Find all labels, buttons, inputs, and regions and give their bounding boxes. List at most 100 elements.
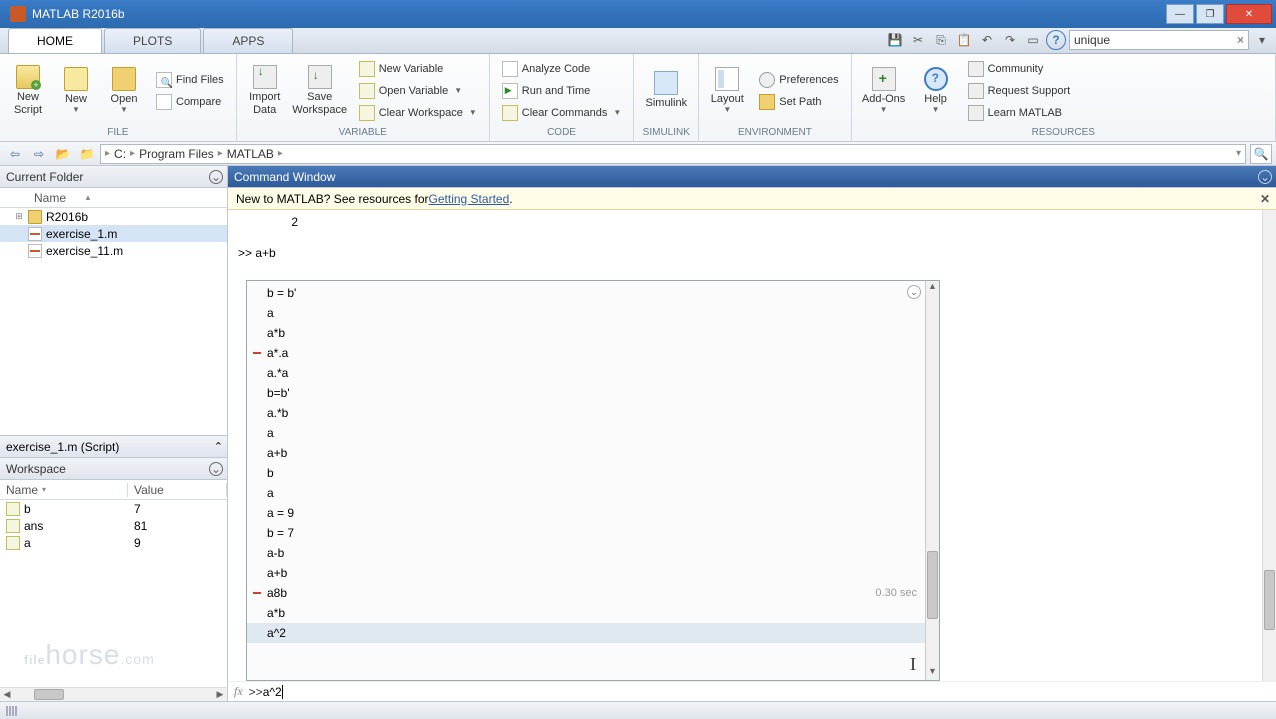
command-prompt-line[interactable]: fx >> a^2 [228,681,1276,701]
path-seg-2[interactable]: MATLAB [227,147,274,161]
close-button[interactable]: ✕ [1226,4,1272,24]
column-value-header[interactable]: Value [128,483,227,497]
layout-button[interactable]: Layout ▼ [705,58,749,124]
history-item[interactable]: a.*b [247,403,925,423]
address-path[interactable]: ▸ C: ▸ Program Files ▸ MATLAB ▸ ▾ [100,144,1246,164]
scroll-thumb[interactable] [34,689,64,700]
path-drive[interactable]: C: [114,147,126,161]
search-dropdown-icon[interactable]: ▾ [1252,30,1272,50]
getting-started-link[interactable]: Getting Started [429,192,510,206]
scroll-thumb[interactable] [1264,570,1275,630]
nav-browse-button[interactable]: 📁 [76,144,98,164]
scroll-thumb[interactable] [927,551,938,619]
save-icon[interactable]: 💾 [885,30,905,50]
clear-workspace-button[interactable]: Clear Workspace ▼ [353,102,483,123]
detail-expand-icon[interactable]: ⌃ [214,440,223,453]
tab-plots[interactable]: PLOTS [104,28,201,53]
addons-button[interactable]: Add-Ons ▼ [858,58,910,124]
current-folder-header[interactable]: Current Folder ⌄ [0,166,227,188]
scroll-right-icon[interactable]: ▶ [213,689,227,700]
preferences-button[interactable]: Preferences [753,69,844,90]
restore-button[interactable]: ❐ [1196,4,1224,24]
run-and-time-button[interactable]: Run and Time [496,80,628,101]
history-item[interactable]: b=b' [247,383,925,403]
nav-up-button[interactable]: 📂 [52,144,74,164]
path-seg-1[interactable]: Program Files [139,147,214,161]
panel-collapse-icon[interactable]: ⌄ [1258,170,1272,184]
search-clear-icon[interactable]: × [1237,33,1244,47]
history-item[interactable]: a+b [247,443,925,463]
open-button[interactable]: Open ▼ [102,58,146,124]
nav-forward-button[interactable]: ⇨ [28,144,50,164]
workspace-row[interactable]: b7 [0,500,227,517]
history-item[interactable]: a.*a [247,363,925,383]
history-scrollbar[interactable]: ▲ ▼ [925,281,939,680]
tab-apps[interactable]: APPS [203,28,293,53]
column-name-header[interactable]: Name ▾ [0,483,128,497]
compare-button[interactable]: Compare [150,91,230,112]
history-item[interactable]: a = 9 [247,503,925,523]
address-search-button[interactable]: 🔍 [1250,144,1272,164]
workspace-columns[interactable]: Name ▾ Value [0,480,227,500]
history-item[interactable]: a [247,303,925,323]
import-data-button[interactable]: Import Data [243,58,287,124]
copy-icon[interactable]: ⎘ [931,30,951,50]
file-detail-panel[interactable]: exercise_1.m (Script) ⌃ [0,435,227,457]
scroll-down-icon[interactable]: ▼ [926,666,939,680]
panel-collapse-icon[interactable]: ⌄ [209,170,223,184]
history-item[interactable]: a*b [247,323,925,343]
folder-item[interactable]: exercise_11.m [0,242,227,259]
fx-icon[interactable]: fx [234,684,243,699]
new-variable-button[interactable]: New Variable [353,58,483,79]
current-folder-list[interactable]: ⊞R2016bexercise_1.mexercise_11.m [0,208,227,435]
scroll-track[interactable] [14,688,213,701]
folder-item[interactable]: ⊞R2016b [0,208,227,225]
expander-icon[interactable]: ⊞ [14,211,24,222]
scroll-up-icon[interactable]: ▲ [926,281,939,295]
history-item[interactable]: a [247,483,925,503]
clear-commands-button[interactable]: Clear Commands ▼ [496,102,628,123]
undo-icon[interactable]: ↶ [977,30,997,50]
history-item[interactable]: b [247,463,925,483]
nav-back-button[interactable]: ⇦ [4,144,26,164]
find-files-button[interactable]: Find Files [150,69,230,90]
simulink-button[interactable]: Simulink [640,58,692,124]
open-variable-button[interactable]: Open Variable ▼ [353,80,483,101]
history-item[interactable]: a-b [247,543,925,563]
workspace-header[interactable]: Workspace ⌄ [0,458,227,480]
save-workspace-button[interactable]: Save Workspace [291,58,349,124]
history-item[interactable]: a^2 [247,623,925,643]
current-folder-columns[interactable]: Name ▲ [0,188,227,208]
history-item[interactable]: a8b0.30 sec [247,583,925,603]
search-docs-input[interactable]: unique × [1069,30,1249,50]
new-script-button[interactable]: New Script [6,58,50,124]
history-item[interactable]: a [247,423,925,443]
switch-windows-icon[interactable]: ▭ [1023,30,1043,50]
history-item[interactable]: a+b [247,563,925,583]
path-dropdown-icon[interactable]: ▾ [1236,148,1241,159]
learn-matlab-button[interactable]: Learn MATLAB [962,102,1077,123]
column-name-header[interactable]: Name [34,191,66,205]
redo-icon[interactable]: ↷ [1000,30,1020,50]
history-item[interactable]: a*.a [247,343,925,363]
banner-close-button[interactable]: ✕ [1260,192,1270,206]
set-path-button[interactable]: Set Path [753,91,844,112]
panel-collapse-icon[interactable]: ⌄ [209,462,223,476]
new-button[interactable]: New ▼ [54,58,98,124]
history-item[interactable]: b = 7 [247,523,925,543]
request-support-button[interactable]: Request Support [962,80,1077,101]
command-window-header[interactable]: Command Window ⌄ [228,166,1276,188]
scroll-left-icon[interactable]: ◀ [0,689,14,700]
help-button[interactable]: Help ▼ [914,58,958,124]
help-icon[interactable]: ? [1046,30,1066,50]
workspace-row[interactable]: a9 [0,534,227,551]
command-window-body[interactable]: 2 >> a+b ⌄ b = b'aa*ba*.aa.*ab=b'a.*baa+… [228,210,1276,681]
cut-icon[interactable]: ✂ [908,30,928,50]
history-item[interactable]: a*b [247,603,925,623]
folder-item[interactable]: exercise_1.m [0,225,227,242]
tab-home[interactable]: HOME [8,28,102,53]
workspace-list[interactable]: b7ans81a9 [0,500,227,687]
command-input-text[interactable]: a^2 [263,685,282,699]
workspace-hscrollbar[interactable]: ◀ ▶ [0,687,227,701]
command-scrollbar[interactable] [1262,210,1276,681]
